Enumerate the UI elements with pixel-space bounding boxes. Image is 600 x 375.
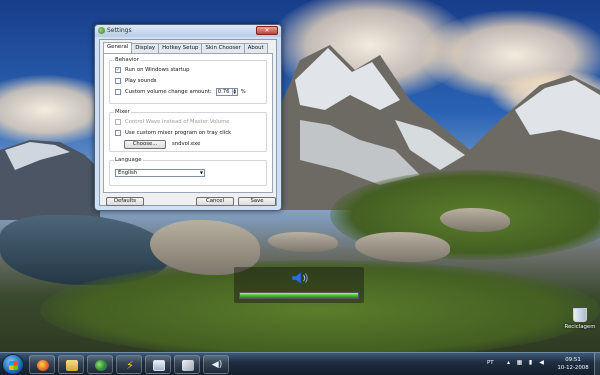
volume-level-fill bbox=[240, 293, 358, 298]
taskbar-sticky-app[interactable] bbox=[174, 355, 200, 374]
volume-osd bbox=[234, 267, 364, 303]
control-wave-label: Control Wave instead of Master Volume bbox=[125, 119, 230, 125]
volume-icon: ◀) bbox=[211, 360, 223, 370]
behavior-group-title: Behavior bbox=[114, 57, 140, 63]
control-wave-checkbox bbox=[115, 119, 121, 125]
show-desktop-button[interactable] bbox=[594, 353, 600, 375]
taskbar-window-app[interactable] bbox=[145, 355, 171, 374]
window-icon bbox=[153, 360, 165, 371]
choose-button[interactable]: Choose... bbox=[124, 140, 166, 149]
window-title: Settings bbox=[107, 27, 132, 34]
window-titlebar[interactable]: Settings ✕ bbox=[95, 25, 281, 37]
run-on-startup-checkbox[interactable]: ✓ bbox=[115, 67, 121, 73]
cancel-button[interactable]: Cancel bbox=[196, 197, 234, 206]
clock-time: 09:51 bbox=[565, 357, 581, 363]
custom-volume-option[interactable]: Custom volume change amount: 0.76 ▲ ▼ % bbox=[115, 88, 246, 96]
custom-volume-checkbox[interactable] bbox=[115, 89, 121, 95]
custom-mixer-option[interactable]: Use custom mixer program on tray click bbox=[115, 129, 231, 137]
tray-flag-icon[interactable]: ▴ bbox=[505, 359, 512, 367]
language-group-title: Language bbox=[114, 157, 143, 163]
explorer-icon bbox=[66, 360, 78, 371]
clock-date: 10-12-2008 bbox=[557, 365, 589, 371]
lightning-icon: ⚡ bbox=[126, 359, 134, 372]
save-button[interactable]: Save bbox=[238, 197, 276, 206]
mixer-group-title: Mixer bbox=[114, 109, 131, 115]
app-icon bbox=[98, 27, 105, 34]
settings-window: Settings ✕ General Display Hotkey Setup … bbox=[94, 24, 282, 211]
mixer-group: Mixer Control Wave instead of Master Vol… bbox=[109, 109, 267, 152]
taskbar-volume-app[interactable]: ◀) bbox=[203, 355, 229, 374]
taskbar-lightning-app[interactable]: ⚡ bbox=[116, 355, 142, 374]
play-sounds-label: Play sounds bbox=[125, 78, 157, 84]
tab-hotkey-setup[interactable]: Hotkey Setup bbox=[158, 43, 203, 53]
chevron-down-icon: ▼ bbox=[199, 170, 203, 175]
tray-network-icon[interactable]: ▦ bbox=[516, 359, 523, 367]
volume-level-bar bbox=[239, 292, 359, 299]
language-group: Language English ▼ bbox=[109, 157, 267, 186]
speaker-icon bbox=[291, 271, 308, 285]
messenger-icon bbox=[95, 360, 107, 371]
tab-general[interactable]: General bbox=[103, 42, 133, 53]
volume-amount-stepper[interactable]: 0.76 ▲ ▼ bbox=[215, 88, 238, 96]
mixer-program-path: sndvol.exe bbox=[172, 141, 201, 147]
taskbar-clock[interactable]: 09:51 10-12-2008 bbox=[556, 356, 590, 372]
behavior-group: Behavior ✓ Run on Windows startup Play s… bbox=[109, 57, 267, 104]
window-client: General Display Hotkey Setup Skin Choose… bbox=[99, 39, 277, 206]
tab-skin-chooser[interactable]: Skin Chooser bbox=[201, 43, 245, 53]
tab-about[interactable]: About bbox=[243, 43, 268, 53]
input-language-indicator[interactable]: PT bbox=[487, 360, 494, 366]
language-select[interactable]: English ▼ bbox=[115, 169, 205, 177]
control-wave-option: Control Wave instead of Master Volume bbox=[115, 118, 230, 126]
taskbar-messenger[interactable] bbox=[87, 355, 113, 374]
custom-mixer-label: Use custom mixer program on tray click bbox=[125, 130, 232, 136]
tab-strip: General Display Hotkey Setup Skin Choose… bbox=[103, 42, 268, 53]
play-sounds-option[interactable]: Play sounds bbox=[115, 77, 157, 85]
taskbar-explorer[interactable] bbox=[58, 355, 84, 374]
volume-amount-value: 0.76 bbox=[217, 89, 230, 95]
taskbar: ⚡ ◀) PT ▴ ▦ ▮ ◀ 09:51 10-12-2008 bbox=[0, 352, 600, 375]
language-selected-value: English bbox=[118, 170, 138, 176]
start-button[interactable] bbox=[2, 354, 24, 375]
defaults-button[interactable]: Defaults bbox=[106, 197, 144, 206]
windows-logo-icon bbox=[9, 361, 18, 370]
recycle-bin-label: Reciclagem bbox=[564, 324, 596, 330]
custom-mixer-checkbox[interactable] bbox=[115, 130, 121, 136]
general-panel: Behavior ✓ Run on Windows startup Play s… bbox=[103, 53, 273, 193]
run-on-startup-label: Run on Windows startup bbox=[125, 67, 190, 73]
run-on-startup-option[interactable]: ✓ Run on Windows startup bbox=[115, 66, 190, 74]
sticky-icon bbox=[182, 360, 194, 371]
recycle-bin-icon bbox=[573, 308, 587, 322]
tray-power-icon[interactable]: ▮ bbox=[527, 359, 534, 367]
firefox-icon bbox=[37, 360, 49, 371]
play-sounds-checkbox[interactable] bbox=[115, 78, 121, 84]
recycle-bin[interactable]: Reciclagem bbox=[562, 308, 598, 330]
close-button[interactable]: ✕ bbox=[256, 26, 278, 35]
volume-amount-unit: % bbox=[240, 89, 246, 95]
taskbar-firefox[interactable] bbox=[29, 355, 55, 374]
tray-volume-icon[interactable]: ◀ bbox=[538, 359, 545, 367]
tab-display[interactable]: Display bbox=[131, 43, 160, 53]
custom-volume-label: Custom volume change amount: bbox=[125, 89, 212, 95]
stepper-arrows-icon[interactable]: ▲ ▼ bbox=[231, 88, 237, 95]
